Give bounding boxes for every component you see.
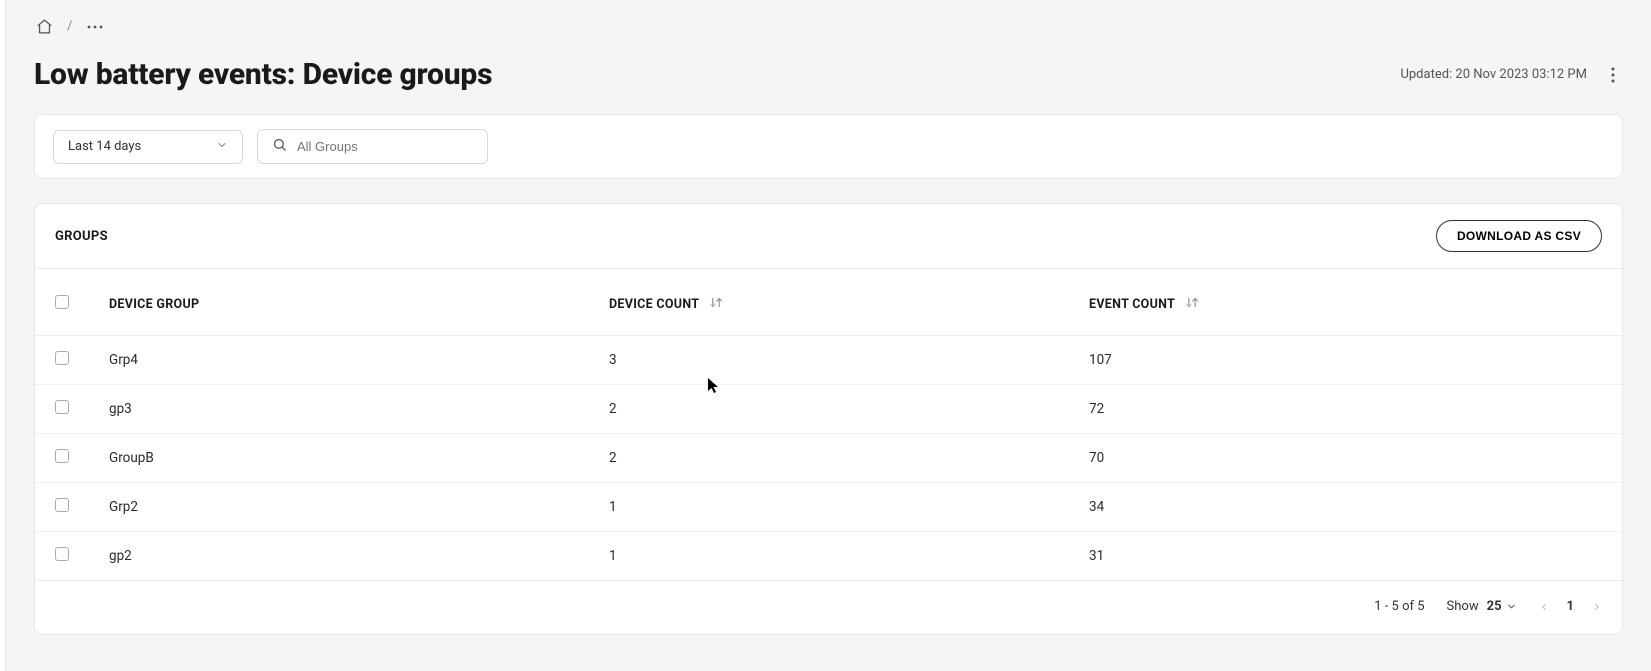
group-search[interactable] [257,129,488,164]
download-csv-button[interactable]: DOWNLOAD AS CSV [1436,220,1602,252]
table-row[interactable]: gp3272 [35,385,1622,434]
kebab-menu-icon[interactable] [1603,65,1623,85]
breadcrumb: / [34,18,1623,35]
more-icon[interactable] [86,24,104,30]
cell-device-group: GroupB [89,434,589,483]
cell-device-group: gp2 [89,532,589,581]
chevron-down-icon [216,139,228,155]
row-checkbox[interactable] [55,351,69,365]
pagination-range: 1 - 5 of 5 [1374,599,1424,614]
group-search-input[interactable] [297,139,473,154]
page-title: Low battery events: Device groups [34,57,492,92]
table-row[interactable]: Grp2134 [35,483,1622,532]
search-icon [272,137,287,156]
cell-event-count: 34 [1069,483,1622,532]
date-range-select[interactable]: Last 14 days [53,130,243,164]
cell-device-group: Grp2 [89,483,589,532]
row-checkbox[interactable] [55,547,69,561]
cell-event-count: 107 [1069,336,1622,385]
updated-timestamp: Updated: 20 Nov 2023 03:12 PM [1400,67,1587,82]
groups-table: DEVICE GROUP DEVICE COUNT EVENT COUNT [35,269,1622,581]
table-pagination: 1 - 5 of 5 Show 25 1 [35,581,1622,634]
prev-page-button[interactable] [1539,600,1549,614]
sidebar-edge [0,0,6,671]
sort-icon [1184,298,1200,313]
table-row[interactable]: Grp43107 [35,336,1622,385]
groups-card-title: GROUPS [55,229,108,244]
cell-device-count: 2 [589,385,1069,434]
table-row[interactable]: gp2131 [35,532,1622,581]
page-size-select[interactable]: 25 [1487,599,1517,614]
table-row[interactable]: GroupB270 [35,434,1622,483]
column-device-count[interactable]: DEVICE COUNT [589,269,1069,336]
row-checkbox[interactable] [55,449,69,463]
cell-event-count: 31 [1069,532,1622,581]
sort-icon [708,298,724,313]
next-page-button[interactable] [1592,600,1602,614]
groups-card: GROUPS DOWNLOAD AS CSV DEVICE GROUP DEVI… [34,203,1623,635]
cell-event-count: 70 [1069,434,1622,483]
cell-event-count: 72 [1069,385,1622,434]
row-checkbox[interactable] [55,498,69,512]
show-label: Show [1447,599,1479,614]
home-icon[interactable] [36,18,53,35]
column-device-group[interactable]: DEVICE GROUP [89,269,589,336]
date-range-value: Last 14 days [68,139,141,154]
select-all-checkbox[interactable] [55,295,69,309]
column-event-count[interactable]: EVENT COUNT [1069,269,1622,336]
cell-device-count: 1 [589,483,1069,532]
row-checkbox[interactable] [55,400,69,414]
breadcrumb-separator: / [67,19,72,34]
cell-device-group: Grp4 [89,336,589,385]
cell-device-count: 3 [589,336,1069,385]
current-page: 1 [1567,599,1574,614]
cell-device-count: 1 [589,532,1069,581]
filter-bar: Last 14 days [34,114,1623,179]
cell-device-group: gp3 [89,385,589,434]
cell-device-count: 2 [589,434,1069,483]
